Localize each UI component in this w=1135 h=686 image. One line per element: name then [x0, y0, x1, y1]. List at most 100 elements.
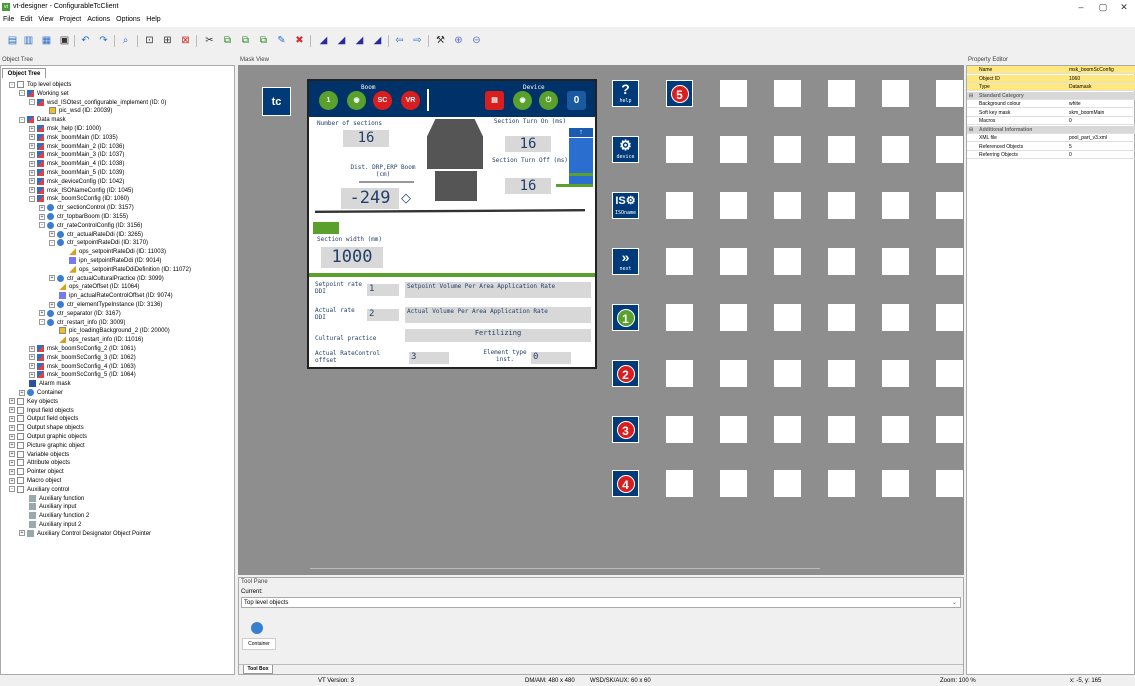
device-spray-icon[interactable]: ◉ [513, 91, 532, 110]
redo-icon[interactable]: ↷ [97, 34, 110, 47]
tree-item[interactable]: + Macro object [9, 477, 61, 486]
expand-icon[interactable]: + [29, 134, 35, 141]
softkey-empty[interactable] [828, 470, 855, 497]
tree-item[interactable]: - ctr_restart_info (ID: 3009) [39, 318, 125, 328]
folder-remove-icon[interactable]: ⊠ [179, 34, 192, 47]
property-row[interactable]: Referenced Objects 5 [967, 143, 1135, 151]
property-value[interactable]: Datamask [1069, 83, 1092, 91]
softkey-empty[interactable] [774, 304, 801, 331]
horizontal-scrollbar[interactable] [310, 568, 820, 569]
dist-updown-icon[interactable]: ◇ [401, 191, 415, 205]
turn-on-input[interactable]: 16 [505, 136, 551, 152]
tree-item[interactable]: + msk_boomScConfig_3 (ID: 1062) [29, 353, 136, 363]
tree-item[interactable]: + Key objects [9, 397, 58, 407]
tree-item[interactable]: + msk_boomMain_2 (ID: 1036) [29, 142, 124, 152]
property-row[interactable]: Referring Objects 0 [967, 151, 1135, 159]
tree-item[interactable]: + msk_deviceConfig (ID: 1042) [29, 177, 124, 187]
tree-item[interactable]: + Picture graphic object [9, 441, 85, 451]
tree-item[interactable]: + Variable objects [9, 450, 69, 460]
menu-file[interactable]: File [0, 14, 17, 25]
menu-actions[interactable]: Actions [84, 14, 113, 25]
folder-icon[interactable]: ⊡ [143, 34, 156, 47]
menu-edit[interactable]: Edit [17, 14, 35, 25]
softkey-empty[interactable] [882, 192, 909, 219]
power-icon[interactable]: ⏻ [539, 91, 558, 110]
softkey-empty[interactable] [774, 470, 801, 497]
tree-item[interactable]: pic_loadingBackground_2 (ID: 20000) [49, 327, 170, 336]
expand-icon[interactable]: + [9, 451, 15, 458]
container-icon[interactable] [251, 622, 263, 634]
property-row[interactable]: ⊟ Standard Category [967, 91, 1135, 100]
zoom-in-icon[interactable]: ⊕ [452, 34, 465, 47]
softkey-empty[interactable] [720, 80, 747, 107]
device-red-icon[interactable]: ▤ [485, 91, 504, 110]
tree-item[interactable]: Auxiliary input [19, 503, 76, 512]
softkey-empty[interactable] [936, 136, 963, 163]
tree-item[interactable]: - Working set [19, 89, 69, 99]
cut-icon[interactable]: ✂ [203, 34, 216, 47]
container-button[interactable]: Container [242, 638, 276, 650]
edit-icon[interactable]: ✎ [275, 34, 288, 47]
tree-item[interactable]: + Auxiliary Control Designator Object Poi… [19, 529, 151, 539]
vt-data-mask[interactable]: Boom Device 1 ◉ SC VR ▤ ◉ ⏻ 0 Number of … [307, 79, 597, 369]
softkey-next[interactable]: » next [612, 248, 639, 275]
expand-icon[interactable]: + [9, 407, 15, 414]
softkey-empty[interactable] [936, 304, 963, 331]
menu-project[interactable]: Project [56, 14, 84, 25]
softkey-empty[interactable] [720, 304, 747, 331]
menu-view[interactable]: View [35, 14, 56, 25]
tree-item[interactable]: + msk_boomScConfig_4 (ID: 1063) [29, 362, 136, 372]
expand-icon[interactable]: + [9, 424, 15, 431]
wand-icon[interactable]: ⚒ [434, 34, 447, 47]
back-icon[interactable]: ⇦ [393, 34, 406, 47]
softkey-empty[interactable] [882, 136, 909, 163]
property-value[interactable]: 5 [1069, 143, 1072, 151]
property-row[interactable]: ⊟ Additional Information [967, 125, 1135, 134]
delete-icon[interactable]: ✖ [293, 34, 306, 47]
expand-icon[interactable]: + [29, 345, 35, 352]
tree-item[interactable]: ipn_setpointRateDdi (ID: 9014) [59, 257, 161, 266]
softkey-empty[interactable] [666, 192, 693, 219]
softkey-empty[interactable] [774, 136, 801, 163]
tree-item[interactable]: ops_rateOffset (ID: 11064) [49, 283, 139, 292]
softkey-empty[interactable] [720, 360, 747, 387]
tree-item[interactable]: - Data mask [19, 116, 66, 125]
property-value[interactable]: white [1069, 100, 1081, 108]
softkey-empty[interactable] [666, 360, 693, 387]
softkey-number-3[interactable]: 3 [612, 416, 639, 443]
expand-icon[interactable]: + [49, 301, 55, 308]
softkey-empty[interactable] [720, 248, 747, 275]
tree-item[interactable]: ops_restart_info (ID: 11016) [49, 336, 143, 345]
softkey-empty[interactable] [936, 470, 963, 497]
tree-item[interactable]: - wsd_ISOtest_configurable_implement (ID:… [29, 98, 166, 108]
tree-item[interactable]: + Output graphic objects [9, 433, 87, 442]
tree-item[interactable]: - ctr_setpointRateDdi (ID: 3170) [49, 239, 148, 248]
tree-item[interactable]: + ctr_separator (ID: 3167) [39, 309, 121, 319]
expand-icon[interactable]: + [29, 151, 35, 158]
collapse-icon[interactable]: - [39, 319, 45, 326]
boom-spray-icon[interactable]: ◉ [347, 91, 366, 110]
element-input[interactable]: 0 [531, 352, 571, 364]
softkey-empty[interactable] [720, 416, 747, 443]
tree-item[interactable]: Auxiliary function 2 [19, 512, 89, 521]
tree-item[interactable]: - Auxiliary control [9, 485, 69, 495]
tab-object-tree[interactable]: Object Tree [2, 68, 46, 78]
tree-item[interactable]: + msk_boomMain_3 (ID: 1037) [29, 151, 124, 160]
softkey-empty[interactable] [828, 360, 855, 387]
folder-add-icon[interactable]: ⊞ [161, 34, 174, 47]
tree-item[interactable]: - Top level objects [9, 81, 71, 90]
expand-icon[interactable]: + [29, 143, 35, 150]
align-right-icon[interactable]: ◢ [353, 34, 366, 47]
expand-icon[interactable]: + [49, 275, 55, 282]
tree-item[interactable]: + msk_boomMain_5 (ID: 1039) [29, 169, 124, 178]
expand-icon[interactable]: + [9, 477, 15, 484]
property-value[interactable]: 0 [1069, 117, 1072, 125]
softkey-empty[interactable] [774, 248, 801, 275]
softkey-device[interactable]: ⚙ device [612, 136, 639, 163]
close-button[interactable]: ✕ [1113, 0, 1135, 14]
actual-input[interactable]: 2 [367, 309, 399, 321]
menu-help[interactable]: Help [143, 14, 163, 25]
softkey-empty[interactable] [666, 470, 693, 497]
tree-item[interactable]: - msk_boomScConfig (ID: 1060) [29, 195, 129, 204]
softkey-empty[interactable] [882, 470, 909, 497]
